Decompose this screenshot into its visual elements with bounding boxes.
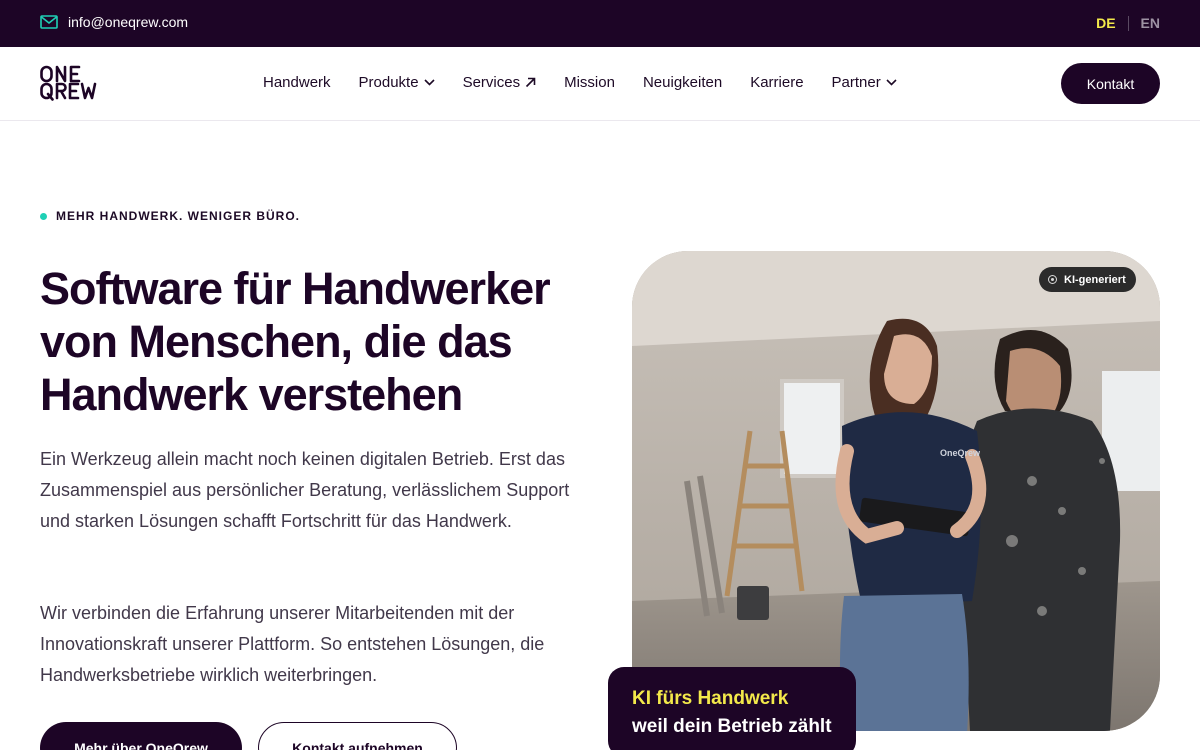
nav-item-produkte[interactable]: Produkte (359, 74, 435, 91)
hero-headline: Software für Handwerker von Menschen, di… (40, 263, 551, 420)
main-navigation: Handwerk Produkte Services Mission Neuig… (0, 47, 1200, 121)
svg-text:OneQrew: OneQrew (940, 448, 981, 458)
nav-item-label: Handwerk (263, 74, 331, 91)
mail-icon (40, 15, 58, 29)
hero-eyebrow: MEHR HANDWERK. WENIGER BÜRO. (40, 209, 300, 223)
nav-item-label: Partner (831, 74, 881, 91)
nav-item-label: Produkte (358, 74, 419, 91)
caption-line-2: weil dein Betrieb zählt (632, 716, 832, 737)
image-caption-card: KI fürs Handwerk weil dein Betrieb zählt (608, 667, 856, 750)
hero-paragraph-2: Wir verbinden die Erfahrung unserer Mita… (40, 603, 545, 685)
ai-generated-badge: KI-generiert (1039, 267, 1136, 292)
top-bar: info@oneqrew.com DE EN (0, 0, 1200, 47)
ai-badge-text: KI-generiert (1064, 273, 1126, 286)
caption-line-1: KI fürs Handwerk (632, 688, 789, 709)
language-en[interactable]: EN (1141, 15, 1160, 31)
eyebrow-text: MEHR HANDWERK. WENIGER BÜRO. (56, 209, 300, 223)
nav-item-label: Services (462, 74, 521, 91)
nav-item-neuigkeiten[interactable]: Neuigkeiten (643, 74, 722, 91)
hero-paragraph-1: Ein Werkzeug allein macht noch keinen di… (40, 449, 570, 531)
nav-item-karriere[interactable]: Karriere (750, 74, 803, 91)
nav-item-partner[interactable]: Partner (832, 74, 897, 91)
nav-item-label: Mission (564, 74, 615, 91)
email-link[interactable]: info@oneqrew.com (40, 14, 188, 30)
nav-item-services[interactable]: Services (463, 74, 537, 91)
eyebrow-dot-icon (40, 212, 47, 220)
get-in-touch-button[interactable]: Kontakt aufnehmen (258, 722, 457, 750)
nav-item-label: Neuigkeiten (642, 74, 723, 91)
nav-item-label: Karriere (750, 74, 804, 91)
email-text: info@oneqrew.com (68, 14, 189, 30)
language-divider (1127, 15, 1129, 31)
chevron-down-icon (886, 79, 897, 86)
hero-image: OneQrew (632, 251, 1160, 731)
more-about-button[interactable]: Mehr über OneQrew (40, 722, 242, 750)
arrow-up-right-icon (525, 77, 536, 88)
oneqrew-logo[interactable] (40, 65, 106, 101)
language-de[interactable]: DE (1096, 15, 1115, 31)
ai-badge-icon (1048, 275, 1057, 284)
contact-button[interactable]: Kontakt (1061, 63, 1160, 104)
language-switcher: DE EN (1096, 15, 1160, 31)
nav-item-mission[interactable]: Mission (564, 74, 615, 91)
nav-item-handwerk[interactable]: Handwerk (263, 74, 331, 91)
chevron-down-icon (424, 79, 435, 86)
nav-menu: Handwerk Produkte Services Mission Neuig… (263, 74, 897, 91)
